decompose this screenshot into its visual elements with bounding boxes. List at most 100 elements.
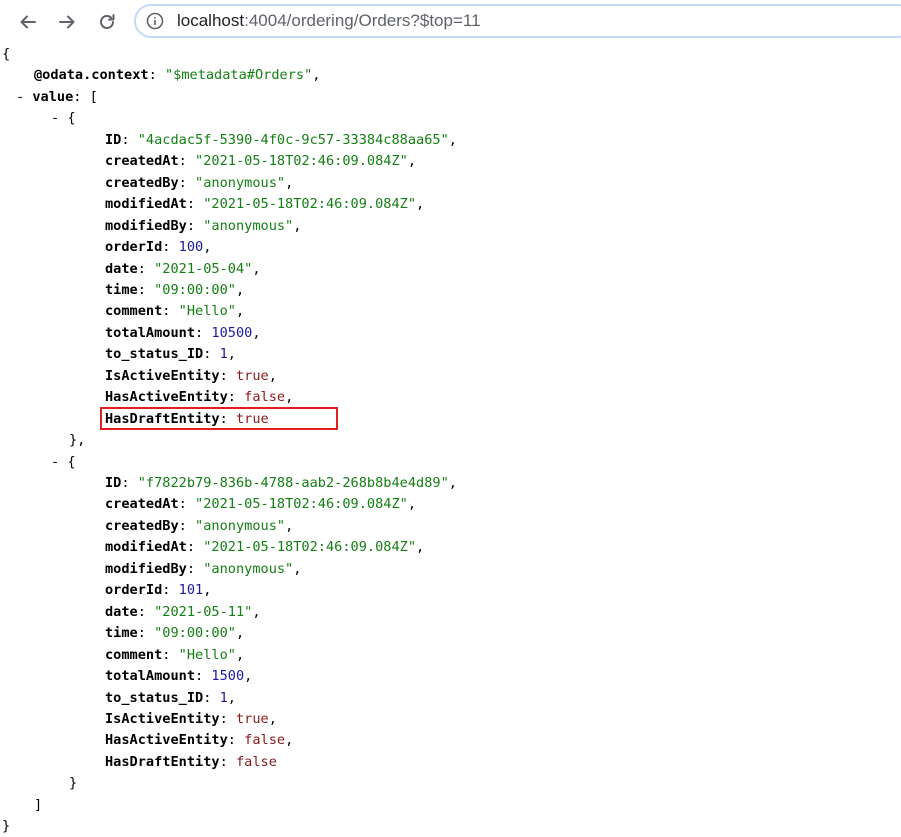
open-bracket: : [ <box>73 88 98 105</box>
json-boolean-value: false <box>244 389 286 406</box>
json-string-value: "2021-05-18T02:46:09.084Z" <box>203 196 417 213</box>
comma: , <box>285 517 294 534</box>
json-field-time: time: "09:00:00", <box>105 280 244 301</box>
json-field-createdAt: createdAt: "2021-05-18T02:46:09.084Z", <box>105 151 416 172</box>
colon: : <box>186 560 204 577</box>
colon: : <box>186 539 204 556</box>
json-record-open[interactable]: - { <box>51 452 76 473</box>
info-icon[interactable] <box>146 12 164 30</box>
json-key: orderId <box>105 239 163 256</box>
json-field-time: time: "09:00:00", <box>105 623 244 644</box>
json-key: time <box>105 281 138 298</box>
json-root-open: { <box>2 44 10 65</box>
json-string-value: "2021-05-04" <box>154 260 253 277</box>
colon: : <box>227 389 245 406</box>
colon: : <box>203 689 220 706</box>
back-button[interactable] <box>14 8 42 36</box>
comma: , <box>407 496 417 513</box>
json-string-value: "anonymous" <box>195 174 286 191</box>
colon: : <box>162 303 179 320</box>
colon: : <box>121 475 138 491</box>
json-key: modifiedBy <box>105 560 187 577</box>
json-key: date <box>105 260 138 277</box>
comma: , <box>416 196 425 213</box>
comma: , <box>285 732 294 749</box>
url-text[interactable]: localhost:4004/ordering/Orders?$top=11 <box>177 11 481 31</box>
json-string-value: "f7822b79-836b-4788-aab2-268b8b4e4d89" <box>137 475 449 491</box>
json-field-date: date: "2021-05-11", <box>105 602 261 623</box>
json-key: HasActiveEntity <box>105 389 228 406</box>
json-record-close: }, <box>69 430 85 451</box>
comma: , <box>252 324 261 341</box>
json-string-value: "Hello" <box>178 646 236 663</box>
json-key: comment <box>105 646 163 663</box>
json-key: time <box>105 625 138 642</box>
colon: : <box>203 346 220 363</box>
json-key: orderId <box>105 582 163 599</box>
comma: , <box>203 582 212 599</box>
json-key: ID <box>105 131 122 148</box>
comma: , <box>235 625 245 642</box>
json-key: createdBy <box>105 517 179 534</box>
open-brace: { <box>2 46 11 62</box>
colon: : <box>186 196 204 213</box>
json-field-modifiedBy: modifiedBy: "anonymous", <box>105 216 301 237</box>
colon: : <box>195 324 212 341</box>
json-key: comment <box>105 303 163 320</box>
json-field-modifiedBy: modifiedBy: "anonymous", <box>105 559 301 580</box>
json-key: IsActiveEntity <box>105 710 220 727</box>
comma: , <box>285 174 294 191</box>
colon: : <box>162 646 179 663</box>
comma: , <box>268 710 277 727</box>
json-field-createdBy: createdBy: "anonymous", <box>105 173 293 194</box>
url-path: :4004/ordering/Orders?$top=11 <box>244 11 481 30</box>
collapse-toggle: - { <box>51 110 76 127</box>
reload-button[interactable] <box>93 8 121 36</box>
json-string-value: "2021-05-11" <box>154 603 253 620</box>
forward-button[interactable] <box>53 8 81 36</box>
json-key: value <box>32 88 74 105</box>
json-value-line[interactable]: - value: [ <box>16 87 98 108</box>
json-number-value: 10500 <box>211 324 253 341</box>
json-key: createdAt <box>105 496 179 513</box>
comma: , <box>312 67 321 84</box>
comma: , <box>244 668 253 685</box>
json-field-HasActiveEntity: HasActiveEntity: false, <box>105 387 293 408</box>
json-field-HasDraftEntity: HasDraftEntity: false <box>105 752 277 773</box>
json-key: HasDraftEntity <box>105 753 220 770</box>
comma: , <box>448 131 457 148</box>
json-key: @odata.context <box>34 67 149 84</box>
json-field-IsActiveEntity: IsActiveEntity: true, <box>105 366 277 387</box>
colon: : <box>227 732 245 749</box>
json-field-modifiedAt: modifiedAt: "2021-05-18T02:46:09.084Z", <box>105 537 424 558</box>
comma: , <box>235 281 245 298</box>
json-record-close: } <box>69 773 77 794</box>
highlight-box <box>100 407 338 430</box>
json-record-open[interactable]: - { <box>51 108 76 129</box>
comma: , <box>416 539 425 556</box>
browser-toolbar: localhost:4004/ordering/Orders?$top=11 <box>0 0 901 44</box>
comma: , <box>235 646 245 663</box>
json-value-close: ] <box>34 795 42 816</box>
url-host: localhost <box>177 11 245 30</box>
json-key: totalAmount <box>105 324 196 341</box>
json-field-IsActiveEntity: IsActiveEntity: true, <box>105 709 277 730</box>
json-boolean-value: false <box>235 753 277 770</box>
json-string-value: "2021-05-18T02:46:09.084Z" <box>195 153 408 170</box>
json-context-line: @odata.context: "$metadata#Orders", <box>34 65 320 86</box>
json-number-value: 1 <box>219 346 228 363</box>
comma: , <box>252 603 261 620</box>
comma: , <box>293 560 302 577</box>
json-key: ID <box>105 475 122 491</box>
json-string-value: "anonymous" <box>203 560 294 577</box>
comma: , <box>285 389 294 406</box>
colon: : <box>186 217 204 234</box>
json-root-close: } <box>2 816 10 837</box>
close-bracket: ] <box>34 796 43 813</box>
json-key: modifiedAt <box>105 196 187 213</box>
arrow-right-icon <box>59 15 75 29</box>
json-key: totalAmount <box>105 668 196 685</box>
collapse-toggle: - <box>16 88 33 105</box>
colon: : <box>121 131 138 148</box>
colon: : <box>137 260 155 277</box>
